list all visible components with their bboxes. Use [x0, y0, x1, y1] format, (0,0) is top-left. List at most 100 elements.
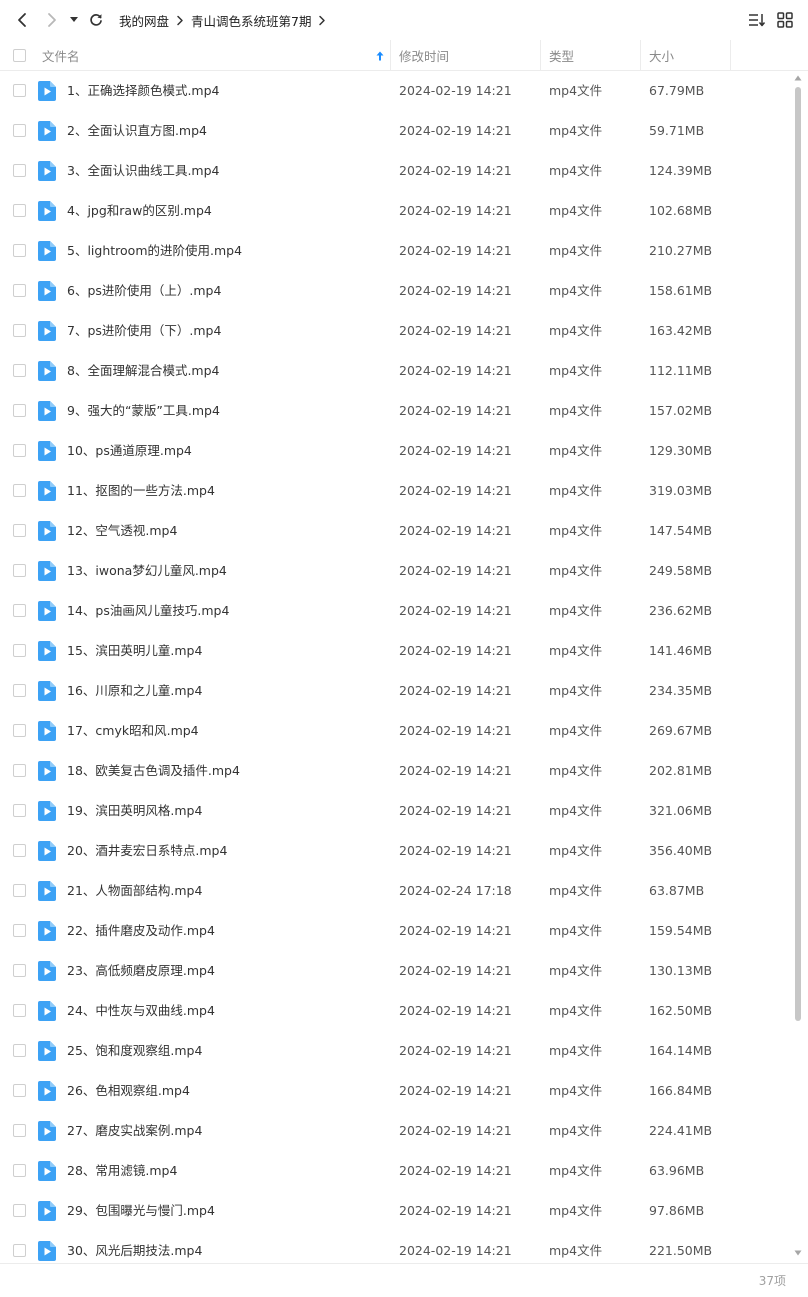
file-size: 164.14MB	[649, 1043, 713, 1058]
file-row[interactable]: 29、包围曝光与慢门.mp4 2024-02-19 14:21 mp4文件 97.86…	[0, 1191, 790, 1231]
scroll-down-arrow-icon[interactable]	[794, 1249, 802, 1257]
video-file-icon	[38, 1041, 56, 1061]
column-modified[interactable]: 修改时间	[391, 40, 540, 71]
file-row[interactable]: 11、抠图的一些方法.mp4 2024-02-19 14:21 mp4文件 319.0…	[0, 471, 790, 511]
column-modified-label: 修改时间	[399, 49, 450, 64]
scrollbar-thumb[interactable]	[795, 87, 801, 1021]
row-checkbox[interactable]	[13, 924, 26, 937]
row-checkbox[interactable]	[13, 1164, 26, 1177]
row-checkbox[interactable]	[13, 1084, 26, 1097]
view-mode-button[interactable]	[776, 11, 794, 29]
column-name[interactable]: 文件名	[34, 40, 390, 71]
file-row[interactable]: 24、中性灰与双曲线.mp4 2024-02-19 14:21 mp4文件 162.5…	[0, 991, 790, 1031]
history-dropdown-button[interactable]	[66, 10, 82, 30]
video-file-icon	[38, 921, 56, 941]
file-row[interactable]: 18、欧美复古色调及插件.mp4 2024-02-19 14:21 mp4文件 202…	[0, 751, 790, 791]
breadcrumb-item-root[interactable]: 我的网盘	[119, 11, 169, 30]
row-checkbox[interactable]	[13, 964, 26, 977]
file-row[interactable]: 2、全面认识直方图.mp4 2024-02-19 14:21 mp4文件 59.71M…	[0, 111, 790, 151]
file-row[interactable]: 8、全面理解混合模式.mp4 2024-02-19 14:21 mp4文件 112.1…	[0, 351, 790, 391]
file-row[interactable]: 12、空气透视.mp4 2024-02-19 14:21 mp4文件 147.54MB	[0, 511, 790, 551]
video-file-icon	[38, 761, 56, 781]
row-checkbox[interactable]	[13, 804, 26, 817]
file-row[interactable]: 7、ps进阶使用（下）.mp4 2024-02-19 14:21 mp4文件 163.…	[0, 311, 790, 351]
file-size: 249.58MB	[649, 563, 713, 578]
row-checkbox[interactable]	[13, 884, 26, 897]
row-checkbox[interactable]	[13, 604, 26, 617]
row-checkbox[interactable]	[13, 284, 26, 297]
video-file-icon	[38, 81, 56, 101]
row-checkbox[interactable]	[13, 724, 26, 737]
row-checkbox[interactable]	[13, 684, 26, 697]
row-checkbox[interactable]	[13, 204, 26, 217]
refresh-icon	[90, 14, 102, 26]
file-row[interactable]: 13、iwona梦幻儿童风.mp4 2024-02-19 14:21 mp4文件 24…	[0, 551, 790, 591]
file-name: 28、常用滤镜.mp4	[67, 1163, 178, 1178]
vertical-scrollbar[interactable]	[792, 71, 804, 1263]
file-row[interactable]: 10、ps通道原理.mp4 2024-02-19 14:21 mp4文件 129.30…	[0, 431, 790, 471]
file-row[interactable]: 9、强大的“蒙版”工具.mp4 2024-02-19 14:21 mp4文件 157.…	[0, 391, 790, 431]
file-row[interactable]: 25、饱和度观察组.mp4 2024-02-19 14:21 mp4文件 164.14…	[0, 1031, 790, 1071]
row-checkbox[interactable]	[13, 124, 26, 137]
row-checkbox[interactable]	[13, 1004, 26, 1017]
refresh-button[interactable]	[86, 10, 106, 30]
back-button[interactable]	[12, 10, 32, 30]
file-row[interactable]: 17、cmyk昭和风.mp4 2024-02-19 14:21 mp4文件 269.6…	[0, 711, 790, 751]
file-row[interactable]: 6、ps进阶使用（上）.mp4 2024-02-19 14:21 mp4文件 158.…	[0, 271, 790, 311]
forward-button[interactable]	[42, 10, 62, 30]
row-checkbox[interactable]	[13, 844, 26, 857]
file-name: 11、抠图的一些方法.mp4	[67, 483, 215, 498]
row-checkbox[interactable]	[13, 484, 26, 497]
row-checkbox[interactable]	[13, 364, 26, 377]
row-checkbox[interactable]	[13, 644, 26, 657]
column-type[interactable]: 类型	[541, 40, 640, 71]
sort-button[interactable]	[748, 11, 766, 29]
file-modified-date: 2024-02-24 17:18	[399, 883, 512, 898]
file-modified-date: 2024-02-19 14:21	[399, 443, 512, 458]
file-row[interactable]: 16、川原和之儿童.mp4 2024-02-19 14:21 mp4文件 234.35…	[0, 671, 790, 711]
row-checkbox[interactable]	[13, 1244, 26, 1257]
scroll-up-arrow-icon[interactable]	[794, 74, 802, 82]
file-row[interactable]: 14、ps油画风儿童技巧.mp4 2024-02-19 14:21 mp4文件 236…	[0, 591, 790, 631]
row-checkbox[interactable]	[13, 524, 26, 537]
file-type: mp4文件	[549, 1123, 603, 1138]
column-divider[interactable]	[730, 40, 731, 71]
file-row[interactable]: 1、正确选择颜色模式.mp4 2024-02-19 14:21 mp4文件 67.79…	[0, 71, 790, 111]
file-type: mp4文件	[549, 563, 603, 578]
select-all-checkbox[interactable]	[13, 49, 26, 62]
column-size[interactable]: 大小	[641, 40, 730, 71]
row-checkbox[interactable]	[13, 1044, 26, 1057]
file-type: mp4文件	[549, 83, 603, 98]
file-row[interactable]: 28、常用滤镜.mp4 2024-02-19 14:21 mp4文件 63.96MB	[0, 1151, 790, 1191]
row-checkbox[interactable]	[13, 764, 26, 777]
file-row[interactable]: 21、人物面部结构.mp4 2024-02-24 17:18 mp4文件 63.87M…	[0, 871, 790, 911]
row-checkbox[interactable]	[13, 84, 26, 97]
file-row[interactable]: 5、lightroom的进阶使用.mp4 2024-02-19 14:21 mp4文…	[0, 231, 790, 271]
file-row[interactable]: 23、高低频磨皮原理.mp4 2024-02-19 14:21 mp4文件 130.1…	[0, 951, 790, 991]
chevron-right-icon[interactable]	[318, 15, 326, 26]
file-size: 102.68MB	[649, 203, 713, 218]
video-file-icon	[38, 681, 56, 701]
breadcrumb-item-current[interactable]: 青山调色系统班第7期	[191, 11, 311, 30]
row-checkbox[interactable]	[13, 164, 26, 177]
file-row[interactable]: 26、色相观察组.mp4 2024-02-19 14:21 mp4文件 166.84M…	[0, 1071, 790, 1111]
file-modified-date: 2024-02-19 14:21	[399, 283, 512, 298]
row-checkbox[interactable]	[13, 1124, 26, 1137]
file-row[interactable]: 20、酒井麦宏日系特点.mp4 2024-02-19 14:21 mp4文件 356.…	[0, 831, 790, 871]
row-checkbox[interactable]	[13, 244, 26, 257]
file-modified-date: 2024-02-19 14:21	[399, 643, 512, 658]
row-checkbox[interactable]	[13, 404, 26, 417]
file-row[interactable]: 3、全面认识曲线工具.mp4 2024-02-19 14:21 mp4文件 124.3…	[0, 151, 790, 191]
row-checkbox[interactable]	[13, 564, 26, 577]
file-row[interactable]: 22、插件磨皮及动作.mp4 2024-02-19 14:21 mp4文件 159.5…	[0, 911, 790, 951]
file-row[interactable]: 27、磨皮实战案例.mp4 2024-02-19 14:21 mp4文件 224.41…	[0, 1111, 790, 1151]
row-checkbox[interactable]	[13, 324, 26, 337]
file-row[interactable]: 4、jpg和raw的区别.mp4 2024-02-19 14:21 mp4文件 102…	[0, 191, 790, 231]
row-checkbox[interactable]	[13, 444, 26, 457]
file-row[interactable]: 15、滨田英明儿童.mp4 2024-02-19 14:21 mp4文件 141.46…	[0, 631, 790, 671]
row-checkbox[interactable]	[13, 1204, 26, 1217]
file-row[interactable]: 19、滨田英明风格.mp4 2024-02-19 14:21 mp4文件 321.06…	[0, 791, 790, 831]
file-name: 4、jpg和raw的区别.mp4	[67, 203, 212, 218]
file-row[interactable]: 30、风光后期技法.mp4 2024-02-19 14:21 mp4文件 221.50…	[0, 1231, 790, 1263]
file-modified-date: 2024-02-19 14:21	[399, 323, 512, 338]
